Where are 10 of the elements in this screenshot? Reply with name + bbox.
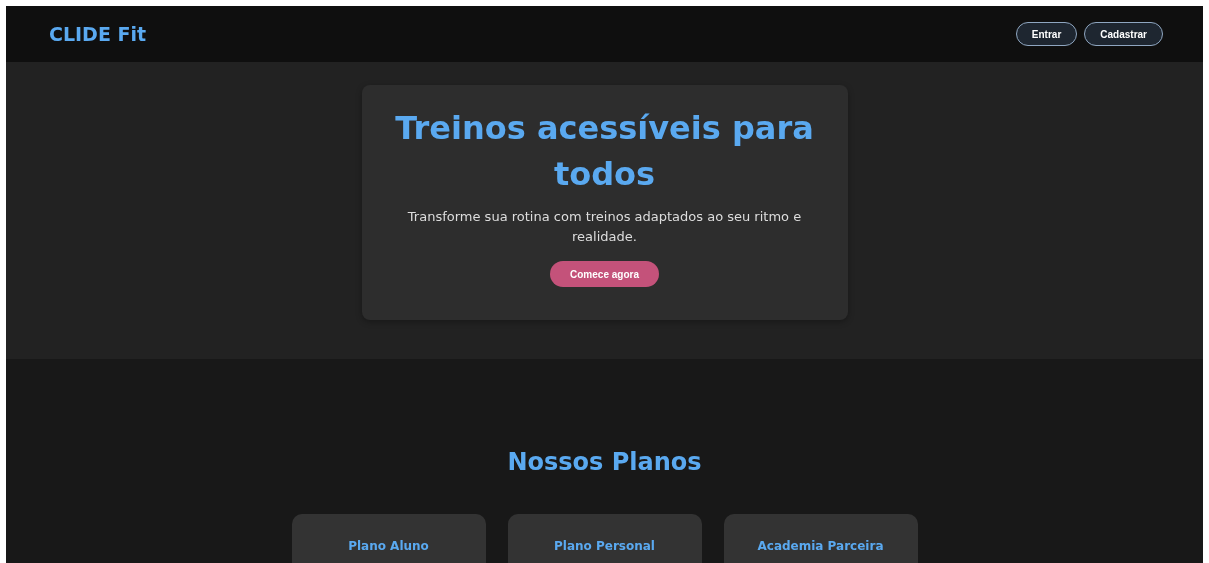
plan-title: Plano Personal <box>554 539 655 555</box>
plan-title: Academia Parceira <box>757 539 884 555</box>
hero-title: Treinos acessíveis para todos <box>394 108 815 195</box>
plan-title: Plano Aluno <box>348 539 429 555</box>
hero-subtitle: Transforme sua rotina com treinos adaptados ao seu ritmo e realidade. <box>406 208 803 246</box>
signup-button[interactable]: Cadastrar <box>1084 22 1163 46</box>
logo[interactable]: CLIDE Fit <box>49 23 147 45</box>
section-title: Nossos Planos <box>507 447 702 477</box>
start-button[interactable]: Comece agora <box>550 261 659 287</box>
login-button[interactable]: Entrar <box>1015 22 1078 46</box>
